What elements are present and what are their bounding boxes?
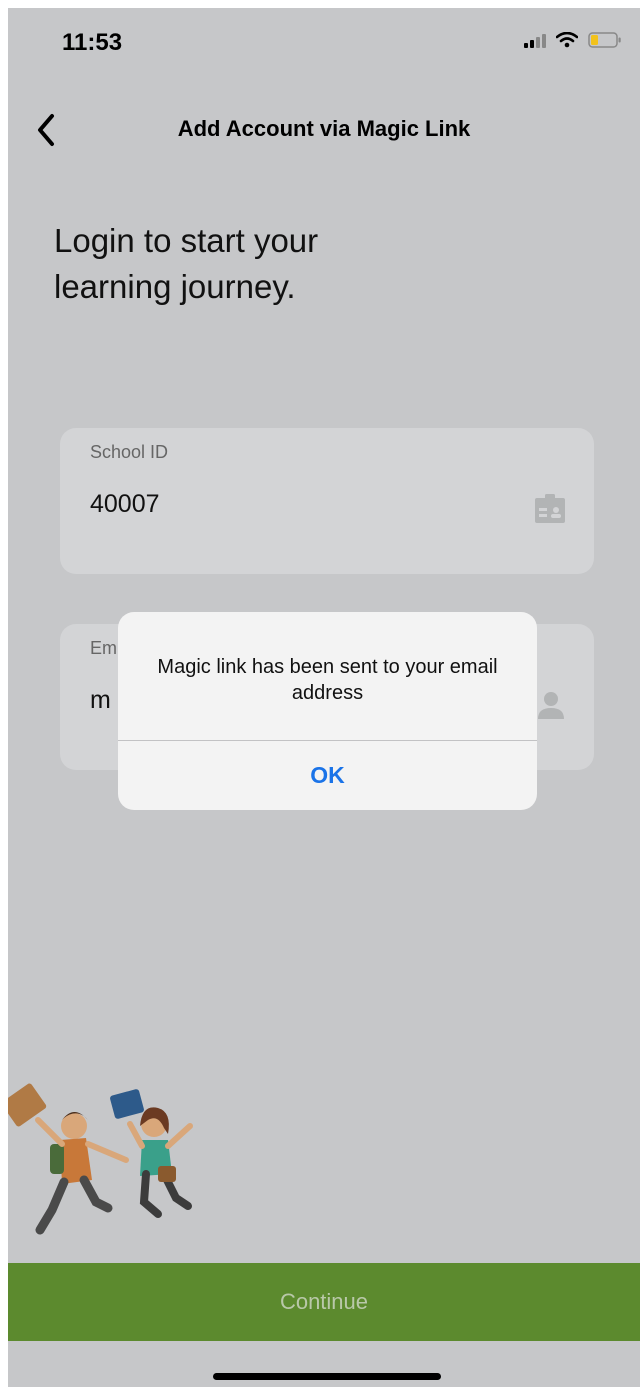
alert-ok-button[interactable]: OK <box>118 741 537 810</box>
status-time: 11:53 <box>62 29 123 56</box>
person-icon <box>536 690 566 725</box>
id-card-icon <box>534 494 566 529</box>
continue-button[interactable]: Continue <box>8 1263 640 1341</box>
email-value[interactable]: m <box>90 686 111 715</box>
wifi-icon <box>556 32 578 48</box>
page-title: Add Account via Magic Link <box>177 116 471 141</box>
email-label: Em <box>90 638 117 658</box>
alert-message: Magic link has been sent to your email a… <box>157 656 498 704</box>
school-id-field[interactable]: School ID 40007 <box>60 428 594 574</box>
school-id-value[interactable]: 40007 <box>90 490 160 519</box>
status-icons <box>524 32 622 48</box>
login-headline: Login to start your learning journey. <box>54 222 319 305</box>
students-jumping-illustration <box>8 1080 208 1245</box>
battery-icon <box>588 32 622 48</box>
phone-screen: 11:53 Add Account via Magic Link Login t… <box>8 0 640 1387</box>
magic-link-alert: Magic link has been sent to your email a… <box>118 612 537 810</box>
school-id-label: School ID <box>90 442 169 462</box>
cellular-signal-icon <box>524 33 546 48</box>
home-indicator <box>213 1373 441 1380</box>
cropped-top-strip <box>0 0 640 8</box>
